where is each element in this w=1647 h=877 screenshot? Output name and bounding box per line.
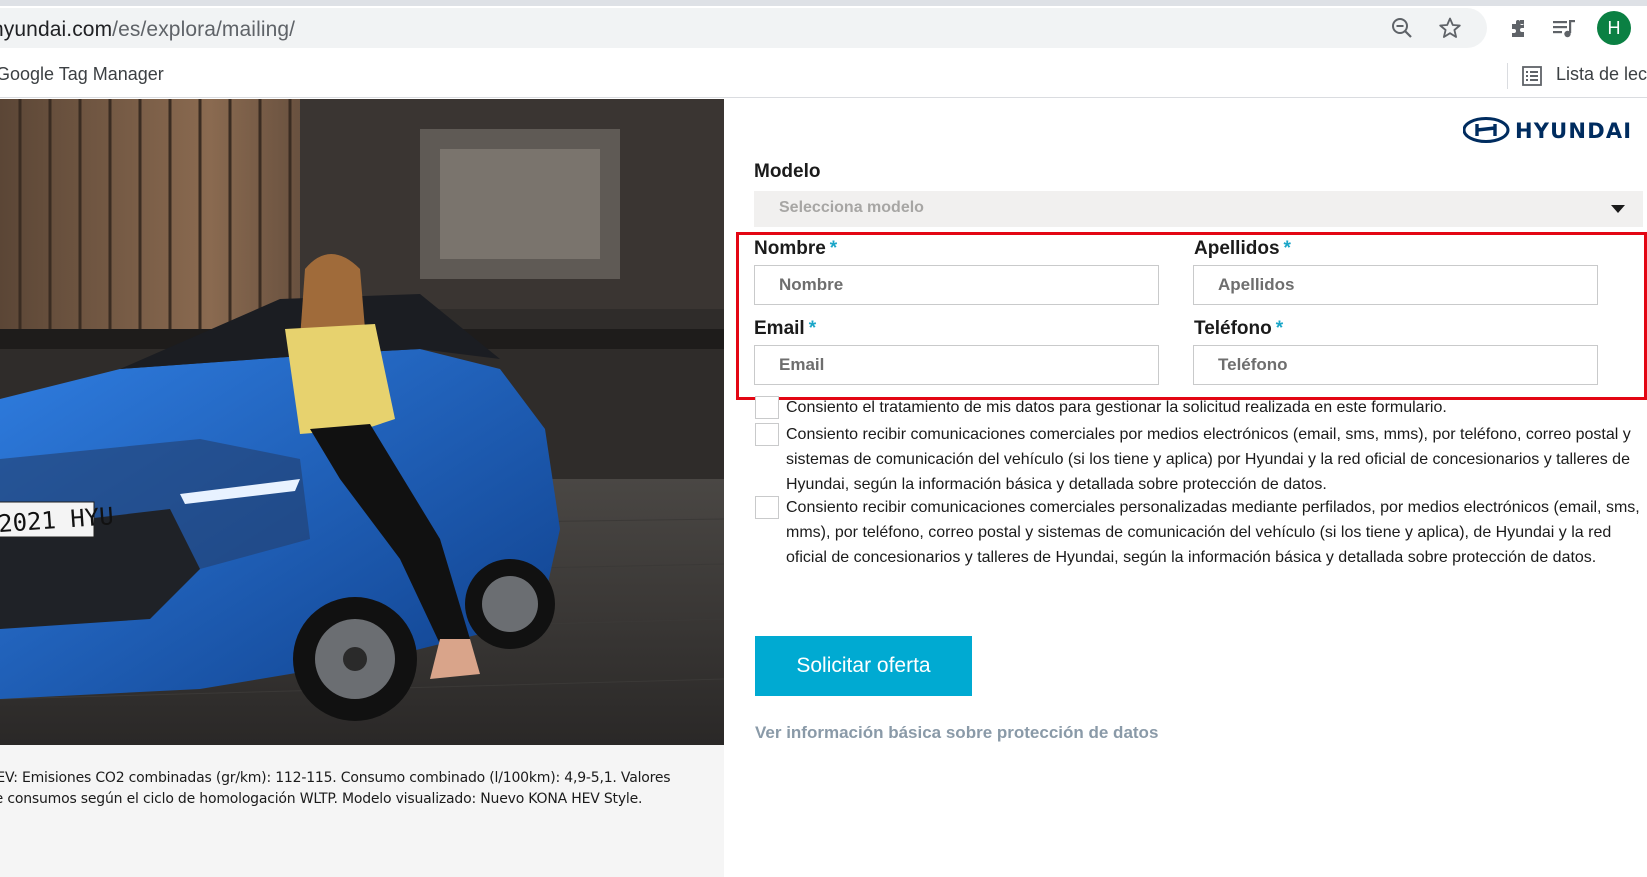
media-control-icon[interactable] [1550, 15, 1578, 43]
telefono-input[interactable] [1193, 345, 1598, 385]
url-host: hyundai.com [0, 18, 113, 41]
required-mark: * [808, 318, 817, 339]
bookmark-google-tag-manager[interactable]: Google Tag Manager [0, 64, 164, 85]
required-mark: * [1283, 238, 1291, 259]
profile-avatar[interactable]: H [1597, 11, 1631, 45]
extensions-icon[interactable] [1505, 15, 1533, 43]
consent-text-3: Consiento recibir comunicaciones comerci… [786, 499, 1640, 566]
page-content: 2021 HYU HEV: Emisiones CO2 combinadas (… [0, 99, 1647, 877]
reading-list-label[interactable]: Lista de lect [1556, 64, 1647, 85]
model-select[interactable]: Selecciona modelo [754, 191, 1643, 227]
brand-name: HYUNDAI [1515, 119, 1632, 143]
consent-text-1: Consiento el tratamiento de mis datos pa… [786, 399, 1447, 416]
bookmarks-bar: Google Tag Manager Lista de lect [0, 53, 1647, 98]
browser-toolbar: hyundai.com/es/explora/mailing/ H [0, 6, 1647, 53]
hero-image: 2021 HYU [0, 99, 724, 745]
consent-checkbox-2[interactable] [755, 423, 779, 446]
apellidos-input[interactable] [1193, 265, 1598, 305]
required-mark: * [829, 238, 838, 259]
solicitar-oferta-button[interactable]: Solicitar oferta [755, 636, 972, 696]
hero-photo: 2021 HYU [0, 99, 724, 745]
consent-text-2: Consiento recibir comunicaciones comerci… [786, 426, 1631, 493]
mailing-form: HYUNDAI Modelo Selecciona modelo Nombre *… [724, 99, 1647, 877]
telefono-label: Teléfono * [1194, 318, 1284, 339]
model-label: Modelo [754, 161, 821, 182]
url-text[interactable]: hyundai.com/es/explora/mailing/ [0, 18, 295, 42]
reading-list-icon[interactable] [1518, 62, 1546, 90]
apellidos-label: Apellidos * [1194, 238, 1291, 259]
chevron-down-icon[interactable] [1611, 205, 1625, 213]
nombre-label: Nombre * [754, 238, 838, 259]
model-select-placeholder: Selecciona modelo [779, 199, 924, 216]
nombre-input[interactable] [754, 265, 1159, 305]
zoom-out-icon[interactable] [1388, 14, 1416, 42]
email-input[interactable] [754, 345, 1159, 385]
hero-panel: 2021 HYU HEV: Emisiones CO2 combinadas (… [0, 99, 724, 877]
emissions-caption: HEV: Emisiones CO2 combinadas (gr/km): 1… [0, 770, 671, 807]
star-icon[interactable] [1436, 14, 1464, 42]
required-mark: * [1275, 318, 1284, 339]
hyundai-logo: HYUNDAI [1462, 117, 1635, 148]
email-label: Email * [754, 318, 817, 339]
consent-checkbox-1[interactable] [755, 396, 779, 419]
url-path: /es/explora/mailing/ [112, 18, 296, 41]
privacy-info-link[interactable]: Ver información básica sobre protección … [755, 723, 1158, 743]
address-bar[interactable]: hyundai.com/es/explora/mailing/ [0, 8, 1487, 48]
bookmarks-divider [1507, 63, 1508, 89]
consent-checkbox-3[interactable] [755, 496, 779, 519]
